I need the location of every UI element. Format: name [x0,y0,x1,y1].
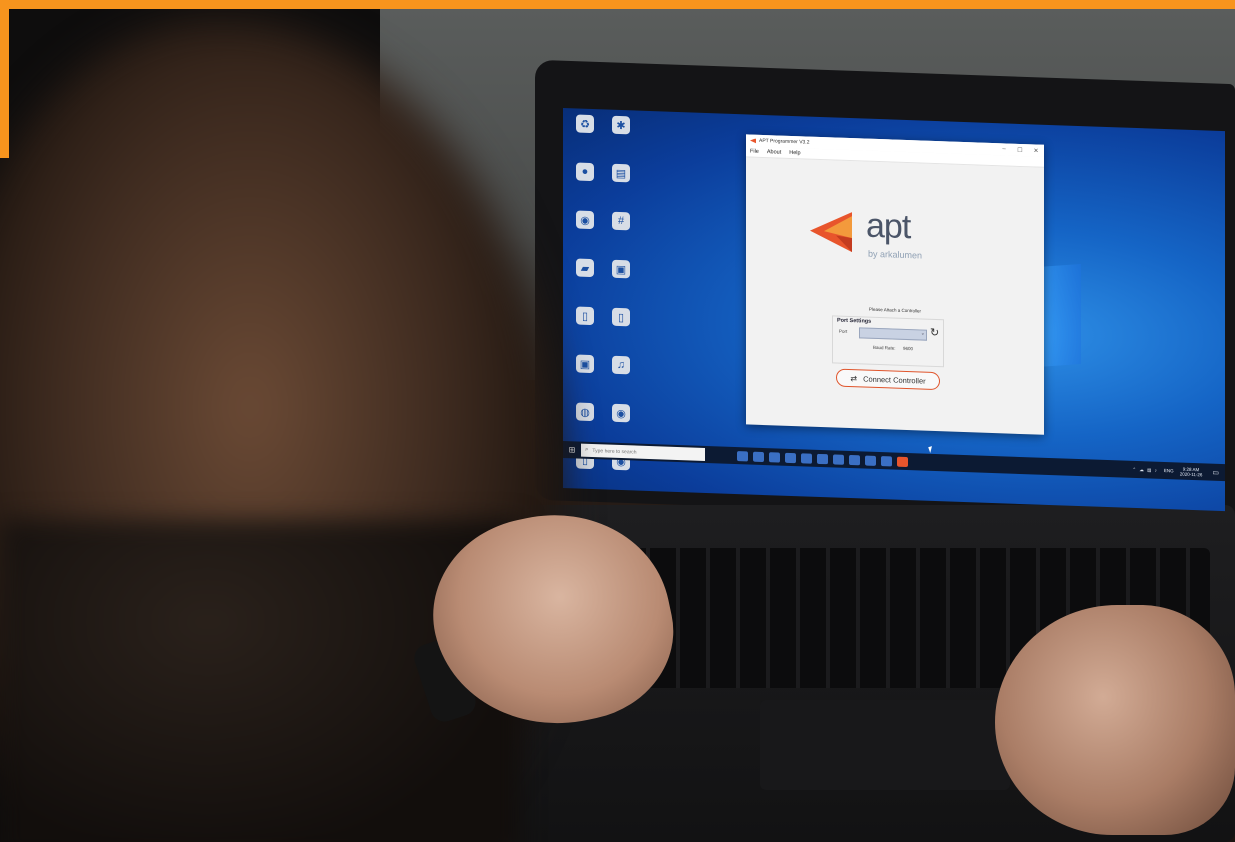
desktop-icon[interactable]: ◍ [569,402,601,437]
connect-arrows-icon: ⇄ [850,373,858,383]
close-button[interactable]: ✕ [1028,147,1044,155]
edge-icon[interactable] [769,451,780,463]
maximize-button[interactable]: ☐ [1012,146,1028,154]
windows-wallpaper-logo [1041,263,1081,367]
desktop-icon[interactable]: ▤ [605,163,637,198]
recycle-bin-icon: ♻ [576,114,594,134]
apt-triangle-logo-icon [810,212,852,253]
menu-file[interactable]: File [750,149,759,155]
menu-about[interactable]: About [767,149,781,156]
status-message: Please Attach a Controller [868,306,922,314]
taskbar-app-icon[interactable] [753,451,764,462]
visual-studio-icon[interactable] [801,452,812,464]
orange-frame-left [0,0,9,158]
app-icon: ▣ [612,259,630,279]
desktop-icon[interactable]: ◉ [569,210,601,245]
taskbar-pinned-apps [737,450,913,467]
port-label: Port [839,328,848,334]
tray-icons[interactable]: ⌃ ☁ ▤ ♪ [1132,466,1158,473]
folder-icon: ▰ [576,258,594,278]
desktop-icon[interactable]: ● [569,162,601,197]
right-hand [995,605,1235,835]
task-view-icon[interactable] [737,450,748,461]
windows-taskbar: ⊞ ⌕ Type here to search ⌃ ☁ ▤ ♪ ENG 9:28… [563,441,1225,482]
desktop-icon[interactable]: ◉ [605,403,637,438]
laptop-screen: ♻ ✱ ● ▤ ◉ # ▰ ▣ ▯ ▯ ▣ ♫ ◍ ◉ ▯ ◉ APT Prog… [563,108,1225,512]
minimize-button[interactable]: – [996,146,1012,154]
desktop-icon[interactable]: ▯ [605,307,637,342]
laptop-touchpad [760,700,1010,790]
tray-language[interactable]: ENG [1164,468,1174,473]
taskbar-app-icon[interactable] [833,453,844,465]
desktop-icon[interactable]: ▣ [569,354,601,389]
chrome-icon: ● [576,162,594,182]
desktop-icon[interactable]: ▯ [569,306,601,341]
desktop-icon-grid: ♻ ✱ ● ▤ ◉ # ▰ ▣ ▯ ▯ ▣ ♫ ◍ ◉ ▯ ◉ [569,114,639,486]
taskbar-clock[interactable]: 9:28 AM 2020-11-26 [1180,466,1203,477]
photo-scene: ♻ ✱ ● ▤ ◉ # ▰ ▣ ▯ ▯ ▣ ♫ ◍ ◉ ▯ ◉ APT Prog… [0,0,1235,842]
desktop-icon[interactable]: ♫ [605,355,637,390]
apt-taskbar-icon[interactable] [897,456,908,467]
file-icon: ▯ [612,307,630,327]
firefox-icon: ◍ [576,402,594,422]
app-icon: ▣ [576,354,594,374]
window-controls: – ☐ ✕ [996,146,1044,155]
desktop-icon[interactable]: ▣ [605,259,637,294]
port-settings-title: Port Settings [837,317,872,325]
port-settings-group: Port Settings Port ⌄ ↻ Baud Rate: 9600 [832,315,944,368]
window-title: APT Programmer V3.2 [759,137,810,146]
desktop-icon[interactable]: ♻ [569,114,601,149]
search-icon: ⌕ [585,446,589,453]
connect-controller-button[interactable]: ⇄ Connect Controller [836,368,940,391]
apt-programmer-window: APT Programmer V3.2 – ☐ ✕ File About Hel… [746,134,1044,435]
document-icon: ▤ [612,163,630,183]
taskbar-search-placeholder: Type here to search [592,447,637,456]
slack-icon: # [612,211,630,231]
apt-logo-icon [750,138,756,143]
port-select[interactable]: ⌄ [859,327,927,341]
clock-date: 2020-11-26 [1179,471,1203,477]
system-tray: ⌃ ☁ ▤ ♪ ENG 9:28 AM 2020-11-26 ▭ [1132,464,1225,477]
desktop-icon[interactable]: ✱ [605,115,637,150]
edge-icon: ◉ [576,210,594,230]
file-explorer-icon[interactable] [785,452,796,463]
file-icon: ▯ [576,306,594,326]
edge-icon: ◉ [612,403,630,423]
menu-help[interactable]: Help [789,150,800,156]
baud-rate-label: Baud Rate: [873,344,896,351]
desktop-icon[interactable]: ▰ [569,258,601,293]
taskbar-app-icon[interactable] [817,453,828,464]
refresh-icon[interactable]: ↻ [930,327,939,339]
chevron-down-icon: ⌄ [920,330,925,337]
mouse-cursor-icon [928,444,938,454]
apt-logo: apt by arkalumen [810,207,990,277]
taskbar-app-icon[interactable] [849,454,860,465]
logo-subtitle: by arkalumen [868,248,923,261]
connect-controller-label: Connect Controller [863,373,926,386]
windows-start-icon[interactable]: ⊞ [563,445,581,455]
taskbar-app-icon[interactable] [865,455,876,466]
taskbar-search-input[interactable]: ⌕ Type here to search [581,443,705,461]
logo-wordmark: apt [866,206,911,247]
tool-icon: ♫ [612,355,630,375]
chrome-icon[interactable] [881,455,892,466]
desktop-icon[interactable]: # [605,211,637,246]
orange-frame-top [0,0,1235,9]
notification-icon[interactable]: ▭ [1212,468,1219,476]
baud-rate-value: 9600 [903,345,914,352]
app-icon: ✱ [612,115,630,135]
